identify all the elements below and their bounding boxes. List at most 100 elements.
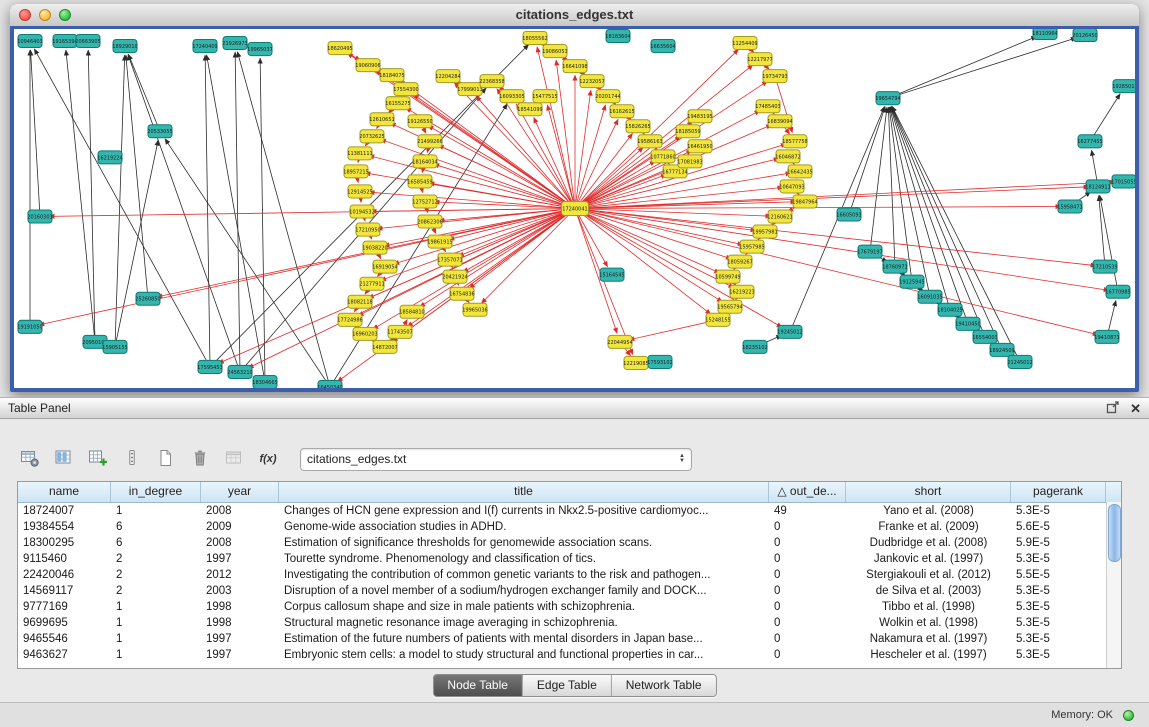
graph-node[interactable]: 19565794 — [717, 300, 742, 313]
column-header-year[interactable]: year — [201, 482, 279, 502]
close-window-button[interactable] — [19, 9, 31, 21]
graph-node[interactable]: 18055562 — [522, 32, 547, 45]
graph-node[interactable]: 16461950 — [687, 140, 712, 153]
graph-node[interactable]: 16585459 — [407, 175, 432, 188]
network-window-titlebar[interactable]: citations_edges.txt — [10, 4, 1139, 27]
graph-node[interactable]: 16093305 — [499, 90, 524, 103]
table-source-select[interactable]: citations_edges.txt ▲ ▼ — [300, 448, 692, 471]
graph-node[interactable]: 20421924 — [442, 270, 467, 283]
graph-node[interactable]: 15248155 — [705, 313, 730, 326]
graph-node[interactable]: 16046872 — [775, 150, 800, 163]
graph-node[interactable]: 22368358 — [479, 75, 504, 88]
graph-node[interactable]: 19285011 — [1112, 80, 1135, 93]
graph-node[interactable]: 24563210 — [227, 365, 252, 378]
network-canvas[interactable]: 1862049519060906181840751755430016155275… — [10, 26, 1139, 392]
graph-node[interactable]: 18235102 — [742, 340, 767, 353]
graph-node[interactable]: 18584810 — [399, 305, 424, 318]
graph-node[interactable]: 11254409 — [732, 37, 757, 50]
graph-node[interactable]: 12204284 — [435, 70, 460, 83]
network-graph-svg[interactable]: 1862049519060906181840751755430016155275… — [14, 29, 1135, 388]
graph-node[interactable]: 18577758 — [782, 135, 807, 148]
graph-node[interactable]: 19191050 — [17, 320, 42, 333]
import-table-button[interactable] — [220, 446, 247, 473]
graph-node[interactable]: 11381111 — [347, 147, 372, 160]
graph-node[interactable]: 10946403 — [17, 35, 42, 48]
graph-node[interactable]: 19654794 — [875, 92, 900, 105]
graph-node[interactable]: 18082118 — [347, 295, 372, 308]
graph-node[interactable]: 18620495 — [327, 42, 352, 55]
graph-node[interactable]: 21245012 — [1007, 355, 1032, 368]
row-options-button[interactable] — [118, 446, 145, 473]
graph-node[interactable]: 20533055 — [147, 125, 172, 138]
graph-node[interactable]: 21499266 — [417, 135, 442, 148]
graph-node[interactable]: 17554300 — [393, 83, 418, 96]
graph-node[interactable]: 18957215 — [343, 165, 368, 178]
graph-node[interactable]: 18164034 — [412, 155, 437, 168]
graph-node[interactable]: 16839094 — [767, 115, 792, 128]
graph-node[interactable]: 11743507 — [387, 325, 412, 338]
graph-node[interactable]: 12217977 — [747, 53, 772, 66]
new-table-button[interactable] — [152, 446, 179, 473]
table-mode-button[interactable] — [16, 446, 43, 473]
table-row[interactable]: 946554611997Estimation of the future num… — [18, 631, 1121, 647]
graph-node[interactable]: 15164545 — [599, 268, 624, 281]
graph-node[interactable]: 19060906 — [355, 59, 380, 72]
graph-node[interactable]: 19038220 — [362, 241, 387, 254]
graph-node[interactable]: 18185059 — [675, 125, 700, 138]
graph-node[interactable]: 22044954 — [607, 335, 632, 348]
graph-node[interactable]: 16770985 — [1105, 285, 1130, 298]
graph-node[interactable]: 12232057 — [579, 75, 604, 88]
graph-node[interactable]: 17210539 — [1092, 260, 1117, 273]
graph-node[interactable]: 10647093 — [779, 180, 804, 193]
graph-node[interactable]: 15477515 — [532, 90, 557, 103]
graph-node[interactable]: 16754836 — [449, 287, 474, 300]
graph-node[interactable]: 18059267 — [727, 255, 752, 268]
graph-node[interactable]: 16091035 — [917, 290, 942, 303]
table-scrollbar[interactable] — [1106, 502, 1121, 668]
table-row[interactable]: 969969511998Structural magnetic resonanc… — [18, 615, 1121, 631]
graph-node[interactable]: 18124911 — [1085, 180, 1110, 193]
column-header-short[interactable]: short — [846, 482, 1011, 502]
table-row[interactable]: 977716911998Corpus callosum shape and si… — [18, 599, 1121, 615]
graph-node[interactable]: 10771860 — [650, 150, 675, 163]
graph-node[interactable]: 18110964 — [1032, 29, 1057, 40]
table-row[interactable]: 911546021997Tourette syndrome. Phenomeno… — [18, 551, 1121, 567]
graph-node[interactable]: 19965037 — [247, 43, 272, 56]
function-builder-button[interactable]: f(x) — [254, 446, 281, 473]
graph-node[interactable]: 19965036 — [462, 303, 487, 316]
graph-node[interactable]: 20862306 — [417, 215, 442, 228]
graph-node[interactable]: 17724986 — [337, 313, 362, 326]
float-panel-icon[interactable] — [1106, 400, 1120, 419]
graph-node[interactable]: 19086053 — [542, 45, 567, 58]
graph-node[interactable]: 15905155 — [102, 340, 127, 353]
graph-node[interactable]: 17485403 — [755, 100, 780, 113]
graph-node[interactable]: 19125945 — [899, 275, 924, 288]
graph-node[interactable]: 16960203 — [352, 327, 377, 340]
graph-node[interactable]: 12219085 — [623, 356, 648, 369]
graph-node[interactable]: 16277455 — [1077, 135, 1102, 148]
table-row[interactable]: 1456911722003Disruption of a novel membe… — [18, 583, 1121, 599]
graph-node[interactable]: 12914525 — [347, 185, 372, 198]
graph-node[interactable]: 21277911 — [359, 277, 384, 290]
graph-node[interactable]: 16919054 — [372, 260, 397, 273]
graph-node[interactable]: 16605091 — [836, 208, 861, 221]
graph-node[interactable]: 19126550 — [407, 115, 432, 128]
graph-node[interactable]: 15958471 — [1057, 200, 1082, 213]
graph-node[interactable]: 20201744 — [595, 90, 620, 103]
graph-node[interactable]: 19165394 — [52, 35, 77, 48]
graph-node[interactable]: 18104025 — [937, 303, 962, 316]
tab-node-table[interactable]: Node Table — [433, 675, 523, 696]
graph-node[interactable]: 18304665 — [252, 375, 277, 388]
graph-node[interactable]: 15957985 — [739, 240, 764, 253]
graph-node[interactable]: 15826265 — [625, 120, 650, 133]
graph-node[interactable]: 17210950 — [355, 223, 380, 236]
graph-node[interactable]: 17015055 — [1111, 175, 1135, 188]
table-row[interactable]: 946362711997Embryonic stem cells: a mode… — [18, 647, 1121, 663]
graph-node[interactable]: 16450340 — [317, 380, 342, 388]
graph-node[interactable]: 18184075 — [379, 69, 404, 82]
column-header-out_degree[interactable]: △ out_de... — [769, 482, 846, 502]
graph-node[interactable]: 18760971 — [882, 260, 907, 273]
zoom-window-button[interactable] — [59, 9, 71, 21]
graph-node[interactable]: 16554003 — [972, 330, 997, 343]
graph-node[interactable]: 20126450 — [1072, 29, 1097, 42]
